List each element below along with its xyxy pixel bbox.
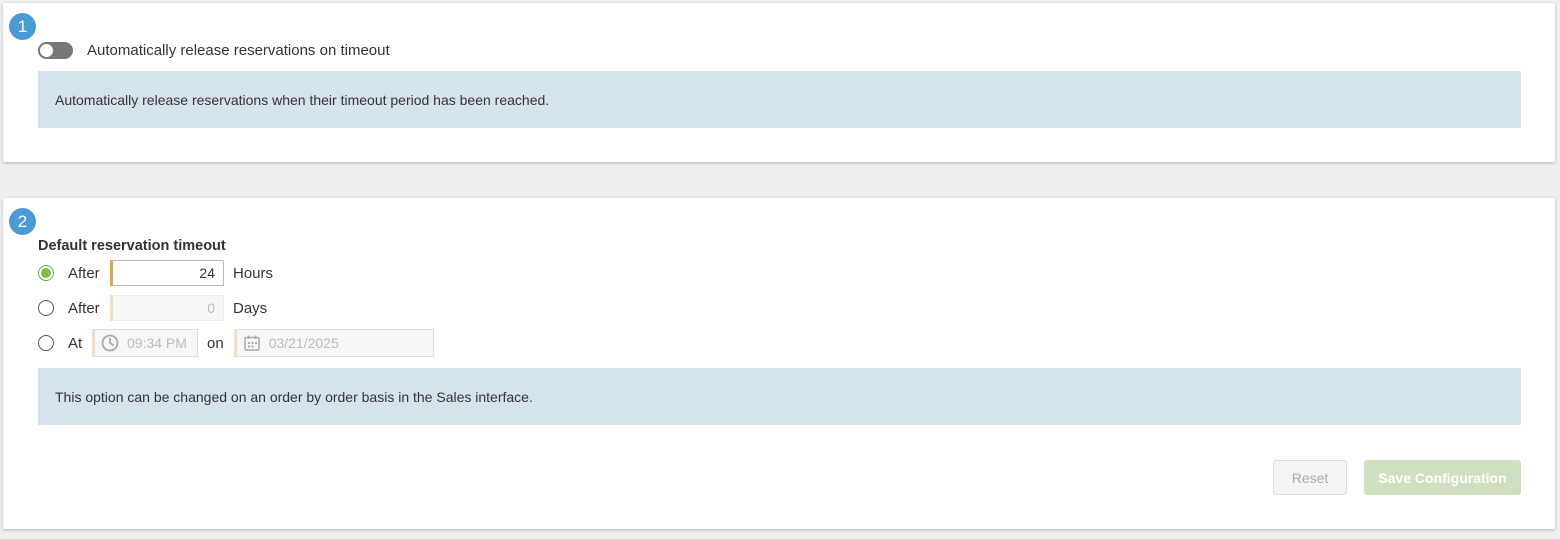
default-timeout-card: 2 Default reservation timeout After 24 H…: [3, 198, 1555, 529]
auto-release-info-text: Automatically release reservations when …: [55, 91, 550, 108]
date-input[interactable]: 03/21/2025: [233, 329, 434, 357]
days-input[interactable]: 0: [110, 295, 224, 321]
auto-release-toggle-label: Automatically release reservations on ti…: [87, 41, 390, 59]
step-1-badge: 1: [9, 13, 36, 40]
toggle-knob: [40, 43, 53, 57]
radio-after-hours[interactable]: [38, 265, 54, 281]
timeout-info-text: This option can be changed on an order b…: [55, 388, 533, 405]
auto-release-toggle[interactable]: [38, 41, 73, 59]
default-timeout-title: Default reservation timeout: [38, 238, 226, 254]
days-unit-label: Days: [233, 299, 268, 317]
step-2-badge: 2: [9, 208, 36, 235]
at-label: At: [68, 334, 83, 352]
timeout-info: This option can be changed on an order b…: [38, 368, 1521, 425]
auto-release-info: Automatically release reservations when …: [38, 71, 1521, 128]
option-after-days: After 0 Days: [38, 295, 267, 321]
option-at-datetime: At 09:34 PM on 03/21/2025: [38, 329, 434, 357]
calendar-icon: [243, 335, 260, 351]
after-hours-label: After: [68, 264, 100, 282]
after-days-label: After: [68, 299, 100, 317]
date-value: 03/21/2025: [268, 335, 339, 351]
hours-unit-label: Hours: [233, 264, 274, 282]
hours-input[interactable]: 24: [110, 260, 224, 286]
clock-icon: [101, 334, 119, 352]
time-value: 09:34 PM: [127, 335, 187, 351]
auto-release-card: 1 Automatically release reservations on …: [3, 3, 1555, 162]
on-label: on: [207, 334, 224, 352]
auto-release-toggle-row: Automatically release reservations on ti…: [38, 40, 390, 60]
reset-button[interactable]: Reset: [1273, 460, 1347, 495]
time-input[interactable]: 09:34 PM: [92, 329, 198, 357]
radio-at-datetime[interactable]: [38, 335, 54, 351]
radio-after-days[interactable]: [38, 300, 54, 316]
option-after-hours: After 24 Hours: [38, 260, 273, 286]
save-configuration-button[interactable]: Save Configuration: [1364, 460, 1521, 495]
radio-dot: [41, 268, 51, 278]
